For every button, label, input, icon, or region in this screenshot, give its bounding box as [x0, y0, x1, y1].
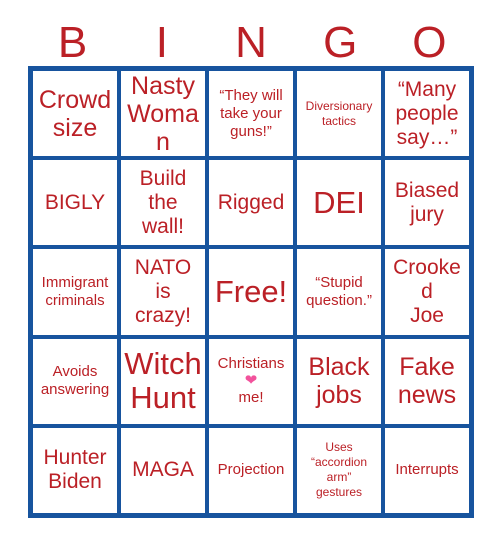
bingo-cell[interactable]: Projection: [209, 427, 293, 513]
bingo-cell-text: Interrupts: [395, 461, 459, 479]
bingo-cell-text: Crooked Joe: [393, 256, 461, 327]
header-letter-n: N: [235, 18, 267, 67]
bingo-cell[interactable]: “Stupid question.”: [297, 249, 381, 335]
bingo-cell-text: “Stupid question.”: [306, 273, 372, 309]
bingo-cell[interactable]: Free!: [209, 249, 293, 335]
bingo-cell-line-1: Christians: [217, 354, 285, 372]
bingo-cell[interactable]: MAGA: [121, 427, 205, 513]
bingo-cell[interactable]: Build the wall!: [121, 160, 205, 246]
bingo-cell[interactable]: Hunter Biden: [33, 427, 117, 513]
bingo-cell[interactable]: DEI: [297, 160, 381, 246]
bingo-cell-text: Crowd size: [38, 85, 112, 142]
bingo-cell-text: NATO is crazy!: [134, 256, 192, 327]
bingo-cell[interactable]: Diversionary tactics: [297, 71, 381, 157]
bingo-cell-text: Immigrant criminals: [41, 273, 109, 309]
bingo-cell[interactable]: Uses “accordion arm” gestures: [297, 427, 381, 513]
header-letter-o: O: [412, 18, 447, 67]
bingo-cell-text: Witch Hunt: [124, 346, 202, 416]
header-letter-i: I: [155, 18, 168, 67]
bingo-cell[interactable]: BIGLY: [33, 160, 117, 246]
bingo-cell-text: Fake news: [397, 353, 457, 410]
bingo-cell-text: Black jobs: [308, 353, 370, 410]
header-letter-g: G: [323, 18, 358, 67]
bingo-cell-text: Hunter Biden: [43, 446, 107, 494]
bingo-cell-text: Christians ❤ me!: [212, 355, 290, 408]
bingo-cell[interactable]: Crooked Joe: [385, 249, 469, 335]
bingo-card: B I N G O Crowd size Nasty Woman “They wil…: [0, 0, 502, 544]
bingo-cell-text: “They will take your guns!”: [219, 86, 283, 140]
bingo-cell-text: Biased jury: [394, 178, 460, 226]
bingo-cell[interactable]: Immigrant criminals: [33, 249, 117, 335]
bingo-grid: Crowd size Nasty Woman “They will take you…: [28, 66, 474, 518]
bingo-cell[interactable]: Fake news: [385, 338, 469, 424]
bingo-cell-text: BIGLY: [44, 190, 106, 214]
bingo-cell[interactable]: Crowd size: [33, 71, 117, 157]
bingo-cell-text: Nasty Woman: [127, 71, 199, 156]
bingo-cell-text: Build the wall!: [139, 166, 187, 238]
bingo-cell-text: Projection: [217, 461, 285, 479]
bingo-cell[interactable]: Christians ❤ me!: [209, 338, 293, 424]
bingo-cell-text: DEI: [313, 184, 365, 220]
bingo-cell-text: Free!: [214, 273, 288, 309]
bingo-cell-text: “Many people say…”: [395, 77, 459, 149]
bingo-cell[interactable]: Interrupts: [385, 427, 469, 513]
bingo-cell-text: Uses “accordion arm” gestures: [310, 440, 368, 500]
bingo-cell-text: MAGA: [132, 458, 194, 482]
bingo-cell-line-2: me!: [238, 389, 264, 407]
bingo-cell[interactable]: “Many people say…”: [385, 71, 469, 157]
bingo-header: B I N G O: [28, 14, 474, 66]
heart-icon: ❤: [244, 371, 258, 389]
bingo-cell[interactable]: Biased jury: [385, 160, 469, 246]
bingo-cell-text: Rigged: [217, 190, 285, 214]
bingo-cell[interactable]: Black jobs: [297, 338, 381, 424]
bingo-cell[interactable]: “They will take your guns!”: [209, 71, 293, 157]
bingo-cell[interactable]: Rigged: [209, 160, 293, 246]
bingo-cell-text: Avoids answering: [40, 363, 110, 399]
bingo-cell[interactable]: Avoids answering: [33, 338, 117, 424]
header-letter-b: B: [57, 18, 88, 67]
bingo-cell[interactable]: Witch Hunt: [121, 338, 205, 424]
bingo-cell[interactable]: Nasty Woman: [121, 71, 205, 157]
bingo-cell-text: Diversionary tactics: [305, 98, 373, 128]
bingo-cell[interactable]: NATO is crazy!: [121, 249, 205, 335]
